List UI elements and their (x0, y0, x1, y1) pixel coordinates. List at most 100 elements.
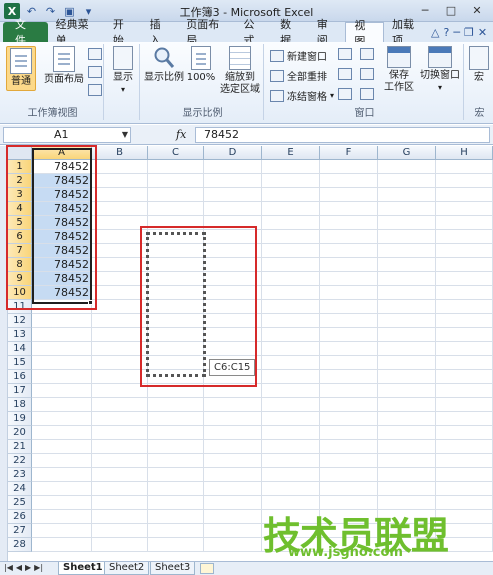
cell-h18[interactable] (436, 398, 493, 412)
cell-e24[interactable] (262, 482, 320, 496)
cell-d21[interactable] (204, 440, 262, 454)
sync-scroll-button[interactable] (360, 68, 374, 80)
cell-b28[interactable] (92, 538, 148, 552)
cell-a16[interactable] (32, 370, 92, 384)
name-box-dropdown-icon[interactable]: ▼ (122, 128, 128, 142)
tab-view[interactable]: 视图 (345, 19, 385, 48)
cell-c18[interactable] (148, 398, 204, 412)
cell-g13[interactable] (378, 328, 436, 342)
cell-f17[interactable] (320, 384, 378, 398)
column-header-b[interactable]: B (92, 146, 148, 160)
row-header-20[interactable]: 20 (8, 426, 32, 440)
cell-g3[interactable] (378, 188, 436, 202)
cell-h11[interactable] (436, 300, 493, 314)
cell-g16[interactable] (378, 370, 436, 384)
cell-f18[interactable] (320, 398, 378, 412)
cell-c26[interactable] (148, 510, 204, 524)
cell-a21[interactable] (32, 440, 92, 454)
custom-views-button[interactable] (88, 66, 102, 78)
cell-a15[interactable] (32, 356, 92, 370)
cell-h6[interactable] (436, 230, 493, 244)
row-header-26[interactable]: 26 (8, 510, 32, 524)
zoom-button[interactable]: 显示比例 (144, 46, 184, 84)
save-workspace-button[interactable]: 保存 工作区 (384, 46, 414, 94)
cell-e12[interactable] (262, 314, 320, 328)
cell-f15[interactable] (320, 356, 378, 370)
cell-g18[interactable] (378, 398, 436, 412)
cell-f14[interactable] (320, 342, 378, 356)
cell-f6[interactable] (320, 230, 378, 244)
row-header-19[interactable]: 19 (8, 412, 32, 426)
last-sheet-icon[interactable]: ▶| (34, 563, 43, 572)
cell-c21[interactable] (148, 440, 204, 454)
cell-e22[interactable] (262, 454, 320, 468)
cell-b25[interactable] (92, 496, 148, 510)
cell-b1[interactable] (92, 160, 148, 174)
cell-f11[interactable] (320, 300, 378, 314)
cell-e20[interactable] (262, 426, 320, 440)
cell-f4[interactable] (320, 202, 378, 216)
tab-formulas[interactable]: 公式 (235, 18, 272, 47)
cell-h15[interactable] (436, 356, 493, 370)
cell-h4[interactable] (436, 202, 493, 216)
cell-d4[interactable] (204, 202, 262, 216)
cell-c24[interactable] (148, 482, 204, 496)
side-by-side-button[interactable] (360, 48, 374, 60)
row-header-24[interactable]: 24 (8, 482, 32, 496)
cell-b24[interactable] (92, 482, 148, 496)
cell-b2[interactable] (92, 174, 148, 188)
cell-h5[interactable] (436, 216, 493, 230)
cell-d3[interactable] (204, 188, 262, 202)
cell-c2[interactable] (148, 174, 204, 188)
zoom-to-selection-button[interactable]: 缩放到 选定区域 (218, 46, 262, 96)
tab-page-layout[interactable]: 页面布局 (178, 18, 235, 47)
cell-h1[interactable] (436, 160, 493, 174)
cell-e13[interactable] (262, 328, 320, 342)
cell-c28[interactable] (148, 538, 204, 552)
cell-a24[interactable] (32, 482, 92, 496)
row-header-25[interactable]: 25 (8, 496, 32, 510)
freeze-panes-button[interactable]: 冻结窗格 ▾ (270, 88, 334, 103)
cell-e6[interactable] (262, 230, 320, 244)
row-header-27[interactable]: 27 (8, 524, 32, 538)
cell-g21[interactable] (378, 440, 436, 454)
row-header-15[interactable]: 15 (8, 356, 32, 370)
tab-review[interactable]: 审阅 (309, 18, 346, 47)
cell-e21[interactable] (262, 440, 320, 454)
cell-g2[interactable] (378, 174, 436, 188)
cell-e4[interactable] (262, 202, 320, 216)
first-sheet-icon[interactable]: |◀ (4, 563, 13, 572)
cell-c25[interactable] (148, 496, 204, 510)
cell-e18[interactable] (262, 398, 320, 412)
cell-c19[interactable] (148, 412, 204, 426)
cell-h22[interactable] (436, 454, 493, 468)
cell-a20[interactable] (32, 426, 92, 440)
column-header-d[interactable]: D (204, 146, 262, 160)
cell-f7[interactable] (320, 244, 378, 258)
row-header-22[interactable]: 22 (8, 454, 32, 468)
page-layout-view-button[interactable]: 页面布局 (42, 46, 86, 86)
cell-h10[interactable] (436, 286, 493, 300)
tab-home[interactable]: 开始 (105, 18, 142, 47)
cell-e14[interactable] (262, 342, 320, 356)
macros-button[interactable]: 宏 (468, 46, 490, 84)
cell-g19[interactable] (378, 412, 436, 426)
cell-g6[interactable] (378, 230, 436, 244)
cell-g1[interactable] (378, 160, 436, 174)
cell-d24[interactable] (204, 482, 262, 496)
cell-a14[interactable] (32, 342, 92, 356)
cell-c1[interactable] (148, 160, 204, 174)
column-header-h[interactable]: H (436, 146, 493, 160)
row-header-23[interactable]: 23 (8, 468, 32, 482)
cell-e2[interactable] (262, 174, 320, 188)
arrange-all-button[interactable]: 全部重排 (270, 68, 327, 83)
cell-b26[interactable] (92, 510, 148, 524)
cell-d26[interactable] (204, 510, 262, 524)
row-header-28[interactable]: 28 (8, 538, 32, 552)
cell-a17[interactable] (32, 384, 92, 398)
cell-f9[interactable] (320, 272, 378, 286)
cell-a28[interactable] (32, 538, 92, 552)
cell-b22[interactable] (92, 454, 148, 468)
column-header-g[interactable]: G (378, 146, 436, 160)
switch-windows-button[interactable]: 切换窗口 ▾ (418, 46, 462, 94)
